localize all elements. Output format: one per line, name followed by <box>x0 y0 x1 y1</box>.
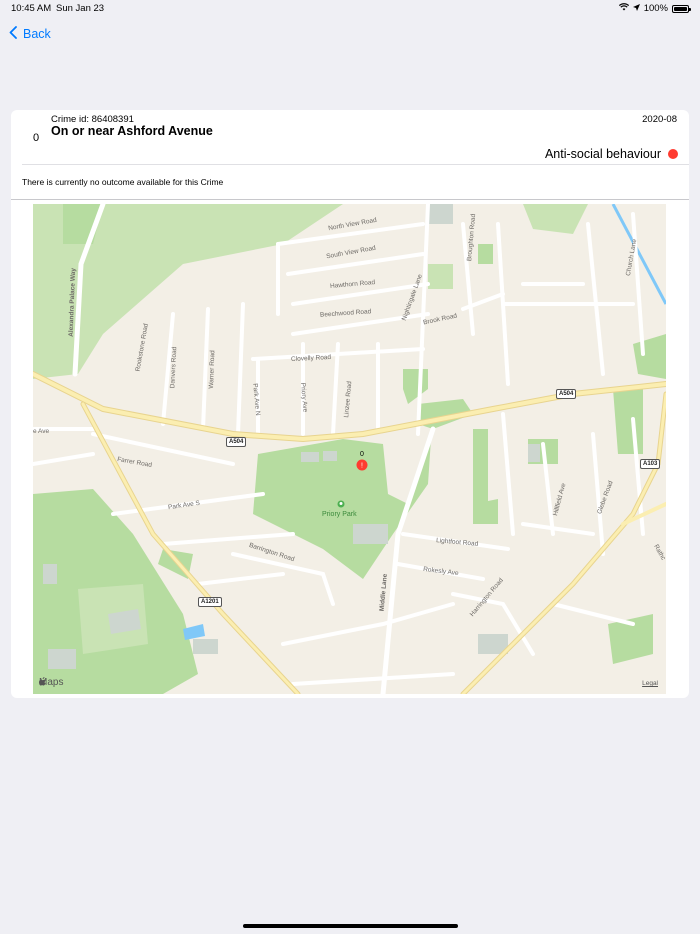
chevron-left-icon <box>9 26 17 42</box>
road-badge: A103 <box>640 459 661 469</box>
status-date: Sun Jan 23 <box>56 3 105 14</box>
park-label: Priory Park <box>322 511 357 518</box>
category-label: Anti-social behaviour <box>544 147 661 161</box>
home-indicator[interactable] <box>243 924 458 928</box>
pin-label: 0 <box>360 451 364 458</box>
battery-percent: 100% <box>643 3 668 14</box>
back-label: Back <box>23 27 51 41</box>
svg-text:!: ! <box>361 463 363 470</box>
map-view[interactable]: North View Road South View Road Hawthorn… <box>33 204 666 694</box>
wifi-icon <box>618 3 629 14</box>
crime-location: On or near Ashford Avenue <box>51 124 213 138</box>
divider <box>22 164 689 165</box>
category-color-dot <box>668 149 678 159</box>
crime-card: 0 Crime id: 86408391 2020-08 On or near … <box>11 110 689 698</box>
map-graphics <box>33 204 666 694</box>
crime-category: Anti-social behaviour <box>545 147 678 161</box>
road-badge: A504 <box>556 389 577 399</box>
status-indicators: 100% <box>618 3 691 14</box>
maps-logo: Maps <box>39 677 63 688</box>
status-time: 10:45 AM <box>11 3 52 14</box>
location-arrow-icon <box>632 3 640 14</box>
crime-pin-icon[interactable]: ! <box>356 459 368 471</box>
divider <box>11 199 689 200</box>
map-label: Warner Road <box>208 350 217 389</box>
legal-link[interactable]: Legal <box>642 680 658 687</box>
back-button[interactable]: Back <box>9 26 51 42</box>
crime-date: 2020-08 <box>642 114 677 125</box>
road-badge: A504 <box>226 437 247 447</box>
road-badge: A1201 <box>198 597 222 607</box>
outcome-text: There is currently no outcome available … <box>22 177 224 187</box>
crime-index: 0 <box>33 132 40 144</box>
status-bar: 10:45 AM Sun Jan 23 100% <box>0 0 700 20</box>
battery-icon <box>672 4 691 13</box>
map-label: e Ave <box>33 428 50 435</box>
